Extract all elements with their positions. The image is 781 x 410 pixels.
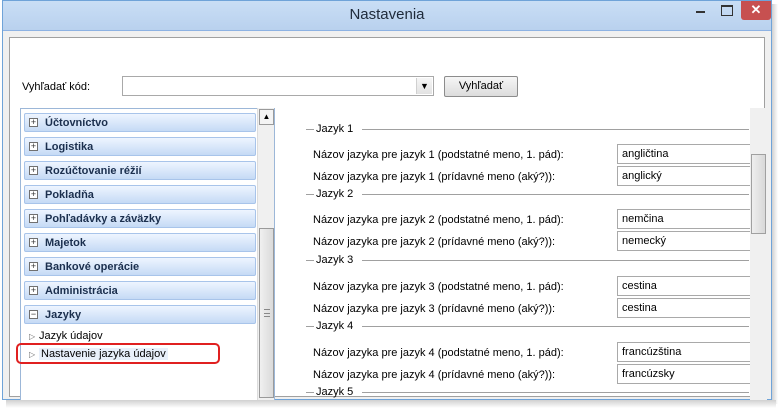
window-title: Nastavenia <box>349 6 425 23</box>
lang2-noun-field[interactable]: nemčina <box>617 209 757 229</box>
expand-plus-icon[interactable]: + <box>29 238 38 247</box>
field-label: Názov jazyka pre jazyk 2 (podstatné meno… <box>313 214 564 226</box>
form-scrollbar[interactable] <box>750 108 767 400</box>
group-title-jazyk-3: Jazyk 3 <box>316 254 354 266</box>
lang2-adj-field[interactable]: nemecký <box>617 231 757 251</box>
scrollbar-thumb[interactable] <box>751 154 766 234</box>
group-line <box>306 129 314 130</box>
nav-section-pokladna[interactable]: + Pokladňa <box>24 185 256 204</box>
nav-section-label: Účtovníctvo <box>45 117 108 129</box>
search-button[interactable]: Vyhľadať <box>444 76 518 97</box>
nav-section-rozuctovanie[interactable]: + Rozúčtovanie réžií <box>24 161 256 180</box>
expand-plus-icon[interactable]: + <box>29 118 38 127</box>
nav-section-label: Jazyky <box>45 309 82 321</box>
field-label: Názov jazyka pre jazyk 2 (prídavné meno … <box>313 236 556 248</box>
group-line <box>362 260 749 261</box>
group-line <box>306 392 314 393</box>
expand-plus-icon[interactable]: + <box>29 166 38 175</box>
group-line <box>306 326 314 327</box>
nav-section-label: Bankové operácie <box>45 261 140 273</box>
nav-section-administracia[interactable]: + Administrácia <box>24 281 256 300</box>
group-title-jazyk-1: Jazyk 1 <box>316 123 354 135</box>
maximize-button[interactable] <box>713 1 739 21</box>
nav-section-label: Administrácia <box>45 285 118 297</box>
collapse-minus-icon[interactable]: − <box>29 310 38 319</box>
group-title-jazyk-5: Jazyk 5 <box>316 386 354 398</box>
tree-arrow-icon: ▷ <box>29 332 36 341</box>
scroll-up-icon[interactable]: ▲ <box>259 109 274 125</box>
highlight-annotation <box>16 343 220 364</box>
nav-section-logistika[interactable]: + Logistika <box>24 137 256 156</box>
field-label: Názov jazyka pre jazyk 4 (podstatné meno… <box>313 347 564 359</box>
field-label: Názov jazyka pre jazyk 4 (prídavné meno … <box>313 369 556 381</box>
lang4-adj-field[interactable]: francúzsky <box>617 364 757 384</box>
chevron-down-icon[interactable]: ▼ <box>416 78 432 94</box>
group-title-jazyk-2: Jazyk 2 <box>316 188 354 200</box>
nav-section-label: Rozúčtovanie réžií <box>45 165 142 177</box>
nav-section-label: Majetok <box>45 237 86 249</box>
search-code-combobox[interactable]: ▼ <box>122 76 434 96</box>
expand-plus-icon[interactable]: + <box>29 286 38 295</box>
field-label: Názov jazyka pre jazyk 3 (prídavné meno … <box>313 303 556 315</box>
group-line <box>362 326 749 327</box>
group-line <box>306 260 314 261</box>
search-label: Vyhľadať kód: <box>22 81 91 93</box>
expand-plus-icon[interactable]: + <box>29 142 38 151</box>
nav-scrollbar[interactable]: ▲ <box>257 108 274 402</box>
group-line <box>362 392 749 393</box>
expand-plus-icon[interactable]: + <box>29 262 38 271</box>
nav-section-uctovnictvo[interactable]: + Účtovníctvo <box>24 113 256 132</box>
field-label: Názov jazyka pre jazyk 3 (podstatné meno… <box>313 281 564 293</box>
group-title-jazyk-4: Jazyk 4 <box>316 320 354 332</box>
title-bar: Nastavenia ✕ <box>3 1 771 31</box>
grip-icon <box>264 309 270 317</box>
nav-section-label: Logistika <box>45 141 94 153</box>
field-label: Názov jazyka pre jazyk 1 (prídavné meno … <box>313 171 556 183</box>
nav-section-pohladavky[interactable]: + Pohľadávky a záväzky <box>24 209 256 228</box>
nav-section-jazyky[interactable]: − Jazyky <box>24 305 256 324</box>
expand-plus-icon[interactable]: + <box>29 214 38 223</box>
minimize-button[interactable] <box>687 1 713 21</box>
scrollbar-thumb[interactable] <box>259 228 274 398</box>
window-shadow <box>772 4 778 404</box>
lang4-noun-field[interactable]: francúzština <box>617 342 757 362</box>
lang3-noun-field[interactable]: cestina <box>617 276 757 296</box>
nav-subitem-label: Jazyk údajov <box>39 330 103 342</box>
group-line <box>362 194 749 195</box>
close-button[interactable]: ✕ <box>741 1 771 20</box>
group-line <box>306 194 314 195</box>
nav-section-majetok[interactable]: + Majetok <box>24 233 256 252</box>
nav-section-label: Pohľadávky a záväzky <box>45 213 162 225</box>
lang3-adj-field[interactable]: cestina <box>617 298 757 318</box>
nav-section-bankove[interactable]: + Bankové operácie <box>24 257 256 276</box>
window-shadow <box>6 400 776 408</box>
expand-plus-icon[interactable]: + <box>29 190 38 199</box>
nav-section-label: Pokladňa <box>45 189 94 201</box>
field-label: Názov jazyka pre jazyk 1 (podstatné meno… <box>313 149 564 161</box>
group-line <box>362 129 749 130</box>
lang1-noun-field[interactable]: angličtina <box>617 144 757 164</box>
lang1-adj-field[interactable]: anglický <box>617 166 757 186</box>
